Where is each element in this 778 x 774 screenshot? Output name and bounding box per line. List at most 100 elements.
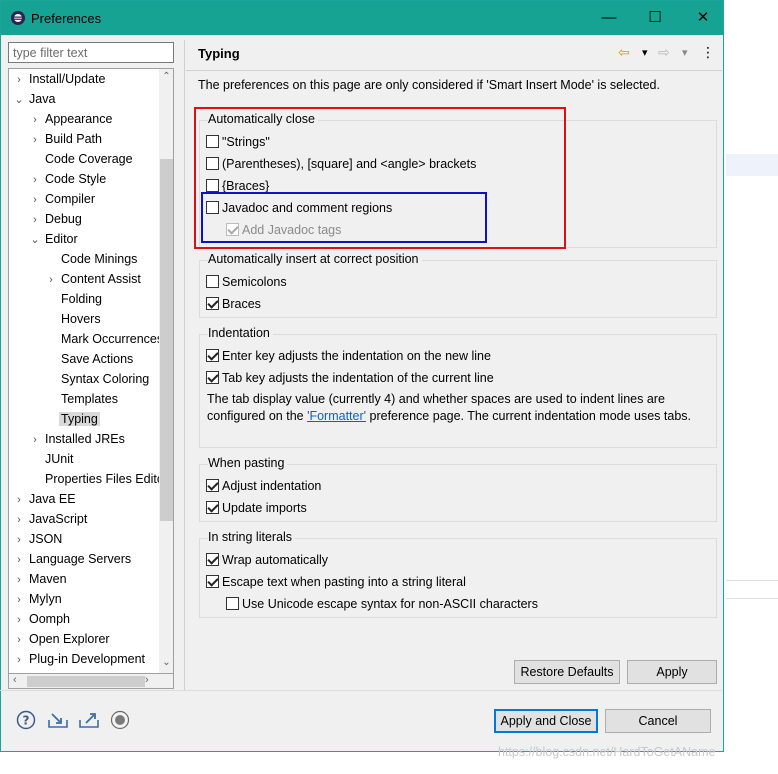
chevron-right-icon[interactable]: › <box>11 550 27 570</box>
tree-item-oomph[interactable]: › Oomph <box>11 609 72 629</box>
unicode-escape-checkbox[interactable]: Use Unicode escape syntax for non-ASCII … <box>226 595 538 613</box>
apply-button[interactable]: Apply <box>627 660 717 684</box>
chevron-down-icon[interactable]: ⌄ <box>27 230 43 250</box>
wrap-automatically-checkbox[interactable]: Wrap automatically <box>206 551 328 569</box>
escape-text-checkbox[interactable]: Escape text when pasting into a string l… <box>206 573 466 591</box>
minimize-button[interactable]: — <box>597 7 621 29</box>
tree-item-maven[interactable]: › Maven <box>11 569 69 589</box>
tree-horizontal-scrollbar[interactable]: ‹ › <box>8 674 174 689</box>
chevron-right-icon[interactable]: › <box>11 490 27 510</box>
record-icon[interactable] <box>110 710 130 730</box>
back-menu-icon[interactable]: ▾ <box>642 46 648 59</box>
more-options-icon[interactable]: ⋮ <box>701 44 715 61</box>
tree-item-save-actions[interactable]: Save Actions <box>43 349 135 369</box>
chevron-right-icon[interactable]: › <box>11 70 27 90</box>
checkbox-box[interactable] <box>206 371 219 384</box>
scroll-up-icon[interactable]: ⌃ <box>159 71 173 82</box>
tree-item-code-minings[interactable]: Code Minings <box>43 249 139 269</box>
chevron-right-icon[interactable]: › <box>11 630 27 650</box>
tree-item-content-assist[interactable]: › Content Assist <box>43 269 143 289</box>
help-icon[interactable]: ? <box>16 710 36 730</box>
scroll-left-icon[interactable]: ‹ <box>13 674 17 686</box>
enter-key-indent-checkbox[interactable]: Enter key adjusts the indentation on the… <box>206 347 491 365</box>
chevron-down-icon[interactable]: ⌄ <box>11 90 27 110</box>
tree-item-label: Properties Files Editor <box>45 472 168 486</box>
chevron-right-icon[interactable]: › <box>11 590 27 610</box>
tree-item-installed-jres[interactable]: › Installed JREs <box>27 429 127 449</box>
chevron-right-icon[interactable]: › <box>27 130 43 150</box>
tree-item-templates[interactable]: Templates <box>43 389 120 409</box>
tab-key-indent-checkbox[interactable]: Tab key adjusts the indentation of the c… <box>206 369 494 387</box>
tree-item-label: Debug <box>45 212 82 226</box>
tree-item-label: Mylyn <box>29 592 62 606</box>
tree-item-folding[interactable]: Folding <box>43 289 104 309</box>
update-imports-checkbox[interactable]: Update imports <box>206 499 307 517</box>
tree-item-javascript[interactable]: › JavaScript <box>11 509 89 529</box>
braces-insert-checkbox[interactable]: Braces <box>206 295 261 313</box>
scrollbar-thumb[interactable] <box>160 159 173 521</box>
tree-item-label: Plug-in Development <box>29 652 146 666</box>
chevron-right-icon[interactable]: › <box>43 270 59 290</box>
chevron-right-icon[interactable]: › <box>11 510 27 530</box>
tree-item-java[interactable]: ⌄ Java <box>11 89 57 109</box>
formatter-link[interactable]: 'Formatter' <box>307 409 366 423</box>
tree-item-hovers[interactable]: Hovers <box>43 309 103 329</box>
maximize-button[interactable]: ☐ <box>643 7 667 29</box>
tree-item-language-servers[interactable]: › Language Servers <box>11 549 133 569</box>
tree-item-label: Code Coverage <box>45 152 133 166</box>
checkbox-box[interactable] <box>206 349 219 362</box>
tree-item-properties-files-editor[interactable]: Properties Files Editor <box>27 469 170 489</box>
scroll-down-icon[interactable]: ⌄ <box>159 657 173 668</box>
tree-item-code-coverage[interactable]: Code Coverage <box>27 149 135 169</box>
checkbox-box[interactable] <box>206 275 219 288</box>
adjust-indentation-checkbox[interactable]: Adjust indentation <box>206 477 321 495</box>
tree-item-mylyn[interactable]: › Mylyn <box>11 589 64 609</box>
chevron-right-icon[interactable]: › <box>27 170 43 190</box>
chevron-right-icon[interactable]: › <box>11 530 27 550</box>
chevron-right-icon[interactable]: › <box>27 430 43 450</box>
forward-menu-icon[interactable]: ▾ <box>682 46 688 59</box>
tree-item-compiler[interactable]: › Compiler <box>27 189 97 209</box>
filter-input[interactable] <box>8 42 174 63</box>
checkbox-box[interactable] <box>206 479 219 492</box>
scroll-right-icon[interactable]: › <box>145 674 149 686</box>
close-button[interactable]: ✕ <box>691 7 715 29</box>
tree-item-code-style[interactable]: › Code Style <box>27 169 108 189</box>
semicolons-checkbox[interactable]: Semicolons <box>206 273 287 291</box>
tree-item-debug[interactable]: › Debug <box>27 209 84 229</box>
tree-item-open-explorer[interactable]: › Open Explorer <box>11 629 112 649</box>
chevron-right-icon[interactable]: › <box>27 110 43 130</box>
checkbox-box[interactable] <box>206 553 219 566</box>
checkbox-box[interactable] <box>206 501 219 514</box>
tree-item-editor[interactable]: ⌄ Editor <box>27 229 80 249</box>
chevron-right-icon[interactable]: › <box>11 610 27 630</box>
pane-divider[interactable] <box>184 40 185 690</box>
chevron-right-icon[interactable]: › <box>11 570 27 590</box>
scrollbar-thumb[interactable] <box>27 676 145 687</box>
tree-item-appearance[interactable]: › Appearance <box>27 109 114 129</box>
back-arrow-icon[interactable]: ⇦ <box>618 44 630 61</box>
tree-vertical-scrollbar[interactable]: ⌃ ⌄ <box>159 69 173 673</box>
tree-item-syntax-coloring[interactable]: Syntax Coloring <box>43 369 151 389</box>
tree-item-json[interactable]: › JSON <box>11 529 64 549</box>
forward-arrow-icon[interactable]: ⇨ <box>658 44 670 61</box>
cancel-button[interactable]: Cancel <box>605 709 711 733</box>
chevron-right-icon[interactable]: › <box>11 650 27 670</box>
tree-item-java-ee[interactable]: › Java EE <box>11 489 78 509</box>
checkbox-box[interactable] <box>206 575 219 588</box>
tree-item-junit[interactable]: JUnit <box>27 449 75 469</box>
tree-item-build-path[interactable]: › Build Path <box>27 129 104 149</box>
tree-item-typing[interactable]: Typing <box>43 409 100 429</box>
export-icon[interactable] <box>78 710 99 730</box>
checkbox-box[interactable] <box>226 597 239 610</box>
restore-defaults-button[interactable]: Restore Defaults <box>514 660 620 684</box>
chevron-right-icon[interactable]: › <box>27 210 43 230</box>
tree-item-mark-occurrences[interactable]: Mark Occurrences <box>43 329 165 349</box>
tree-item-plugin-development[interactable]: › Plug-in Development <box>11 649 147 669</box>
checkbox-box[interactable] <box>206 297 219 310</box>
chevron-right-icon[interactable]: › <box>27 190 43 210</box>
tree-item-label: Build Path <box>45 132 102 146</box>
import-icon[interactable] <box>47 710 68 730</box>
apply-and-close-button[interactable]: Apply and Close <box>494 709 598 733</box>
tree-item-install-update[interactable]: › Install/Update <box>11 69 107 89</box>
